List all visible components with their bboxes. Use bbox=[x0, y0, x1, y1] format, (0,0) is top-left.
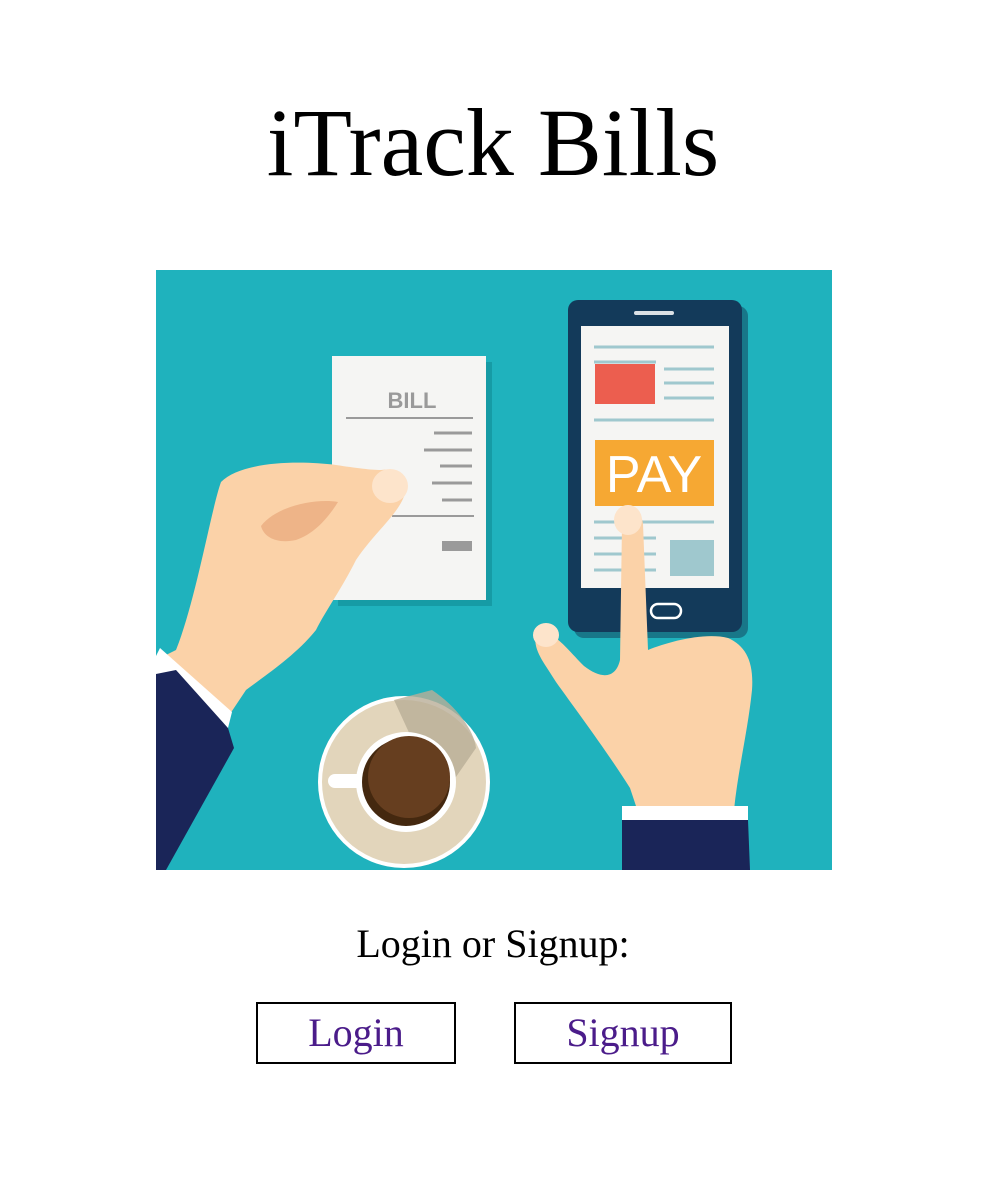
bill-label: BILL bbox=[388, 388, 437, 413]
login-button[interactable]: Login bbox=[256, 1002, 456, 1064]
right-sleeve bbox=[622, 820, 750, 870]
page-title: iTrack Bills bbox=[266, 89, 720, 196]
hero-illustration: BILL PAY bbox=[156, 270, 832, 870]
signup-button[interactable]: Signup bbox=[514, 1002, 732, 1064]
pay-label: PAY bbox=[606, 446, 702, 504]
landing-page: iTrack Bills BILL PAY Login or Signup: L… bbox=[0, 0, 986, 1186]
red-block bbox=[595, 364, 655, 404]
auth-prompt: Login or Signup: bbox=[356, 921, 630, 966]
